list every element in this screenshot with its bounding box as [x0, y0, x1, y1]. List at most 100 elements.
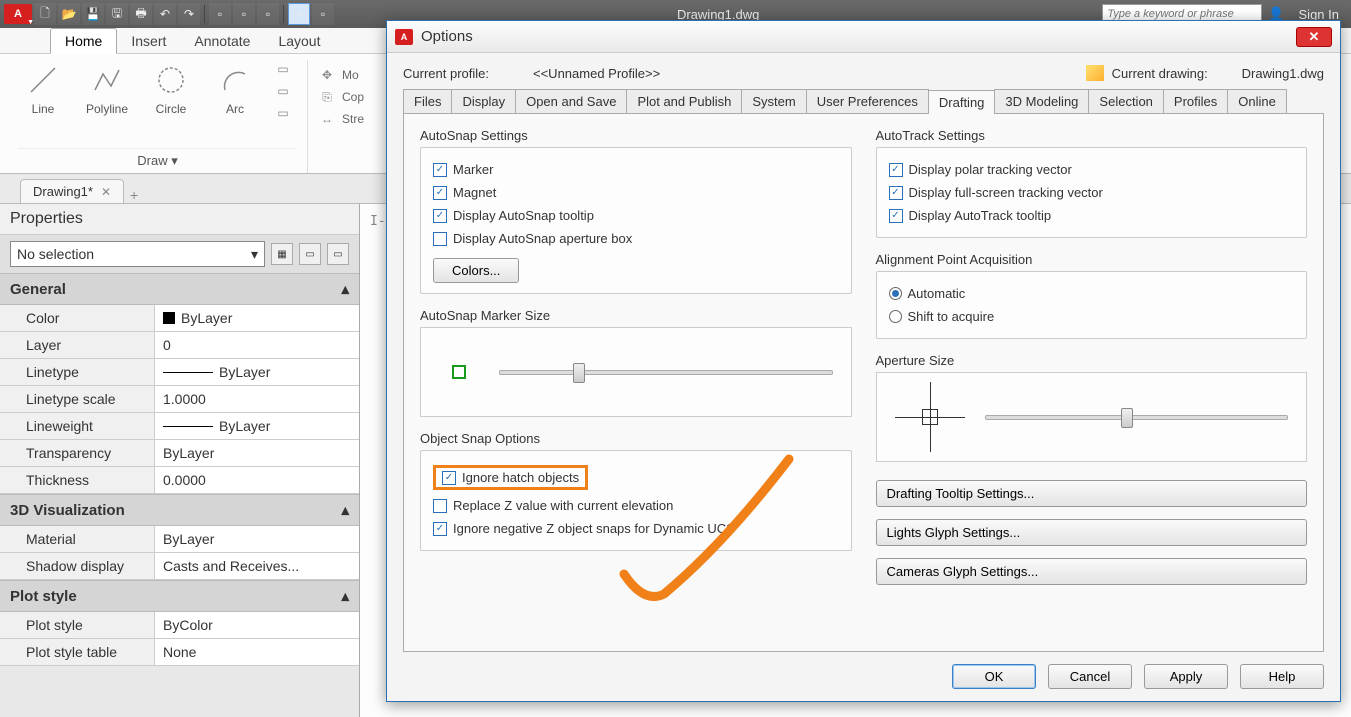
selection-combo[interactable]: No selection▾ [10, 241, 265, 267]
property-row[interactable]: Linetype scale1.0000 [0, 386, 359, 413]
help-button[interactable]: Help [1240, 664, 1324, 689]
tool-circle[interactable]: Circle [146, 60, 196, 116]
options-tab-open-and-save[interactable]: Open and Save [515, 89, 627, 113]
settings-button[interactable]: Lights Glyph Settings... [876, 519, 1308, 546]
qat-saveas-icon[interactable]: 🖫 [106, 3, 128, 25]
options-tab-drafting[interactable]: Drafting [928, 90, 996, 114]
settings-button[interactable]: Drafting Tooltip Settings... [876, 480, 1308, 507]
checkbox[interactable] [442, 471, 456, 485]
checkbox[interactable] [889, 163, 903, 177]
checkbox[interactable] [433, 232, 447, 246]
prop-section-3d[interactable]: 3D Visualization▴ [0, 494, 359, 526]
property-value[interactable]: ByLayer [155, 440, 359, 466]
checkbox[interactable] [433, 163, 447, 177]
prop-section-general[interactable]: General▴ [0, 273, 359, 305]
options-tab-selection[interactable]: Selection [1088, 89, 1163, 113]
qat-new-icon[interactable]: 🗋 [34, 3, 56, 25]
prop-toolbar-btn[interactable]: ▦ [271, 243, 293, 265]
checkbox[interactable] [433, 209, 447, 223]
ok-button[interactable]: OK [952, 664, 1036, 689]
options-tab-3d-modeling[interactable]: 3D Modeling [994, 89, 1089, 113]
checkbox-row[interactable]: Display AutoSnap aperture box [433, 227, 839, 250]
ribbon-panel-title[interactable]: Draw ▾ [18, 148, 297, 173]
property-value[interactable]: ByLayer [155, 526, 359, 552]
radio-button[interactable] [889, 310, 902, 323]
prop-section-plot[interactable]: Plot style▴ [0, 580, 359, 612]
close-button[interactable]: ✕ [1296, 27, 1332, 47]
qat-save-icon[interactable]: 💾 [82, 3, 104, 25]
apply-button[interactable]: Apply [1144, 664, 1228, 689]
qat-icon[interactable]: ▫ [257, 3, 279, 25]
marker-size-slider[interactable] [499, 370, 833, 375]
checkbox-row[interactable]: Display polar tracking vector [889, 158, 1295, 181]
property-value[interactable]: 1.0000 [155, 386, 359, 412]
property-row[interactable]: ColorByLayer [0, 305, 359, 332]
tool-copy[interactable]: ⎘Cop [318, 88, 387, 106]
property-row[interactable]: Shadow displayCasts and Receives... [0, 553, 359, 580]
property-row[interactable]: TransparencyByLayer [0, 440, 359, 467]
tool-move[interactable]: ✥Mo [318, 66, 387, 84]
qat-icon-active[interactable]: ▫ [288, 3, 310, 25]
property-row[interactable]: Thickness0.0000 [0, 467, 359, 494]
checkbox-row[interactable]: Magnet [433, 181, 839, 204]
checkbox[interactable] [889, 209, 903, 223]
tool-arc[interactable]: Arc [210, 60, 260, 116]
property-value[interactable]: 0.0000 [155, 467, 359, 493]
checkbox-row[interactable]: Ignore negative Z object snaps for Dynam… [433, 517, 839, 540]
qat-plot-icon[interactable]: 🖶 [130, 3, 152, 25]
radio-button[interactable] [889, 287, 902, 300]
ribbon-tab-insert[interactable]: Insert [117, 29, 180, 53]
new-tab-button[interactable]: + [130, 187, 138, 203]
tool-small[interactable]: ▭ [274, 60, 292, 78]
options-tab-plot-and-publish[interactable]: Plot and Publish [626, 89, 742, 113]
checkbox[interactable] [433, 186, 447, 200]
property-value[interactable]: None [155, 639, 359, 665]
checkbox-row[interactable]: Display AutoSnap tooltip [433, 204, 839, 227]
options-tab-profiles[interactable]: Profiles [1163, 89, 1228, 113]
tool-small[interactable]: ▭ [274, 82, 292, 100]
checkbox-row[interactable]: Display full-screen tracking vector [889, 181, 1295, 204]
checkbox-row[interactable]: Display AutoTrack tooltip [889, 204, 1295, 227]
qat-icon[interactable]: ▫ [233, 3, 255, 25]
radio-row[interactable]: Shift to acquire [889, 305, 1295, 328]
options-tab-online[interactable]: Online [1227, 89, 1287, 113]
radio-row[interactable]: Automatic [889, 282, 1295, 305]
checkbox[interactable] [889, 186, 903, 200]
options-tab-system[interactable]: System [741, 89, 806, 113]
options-tab-files[interactable]: Files [403, 89, 452, 113]
settings-button[interactable]: Cameras Glyph Settings... [876, 558, 1308, 585]
property-row[interactable]: Plot styleByColor [0, 612, 359, 639]
tool-small[interactable]: ▭ [274, 104, 292, 122]
property-row[interactable]: Layer0 [0, 332, 359, 359]
ribbon-tab-annotate[interactable]: Annotate [180, 29, 264, 53]
tool-polyline[interactable]: Polyline [82, 60, 132, 116]
tool-line[interactable]: Line [18, 60, 68, 116]
options-tab-user-preferences[interactable]: User Preferences [806, 89, 929, 113]
property-row[interactable]: LineweightByLayer [0, 413, 359, 440]
qat-icon[interactable]: ▫ [312, 3, 334, 25]
property-value[interactable]: ByLayer [155, 305, 359, 331]
file-tab[interactable]: Drawing1* ✕ [20, 179, 124, 203]
property-value[interactable]: ByLayer [155, 413, 359, 439]
dialog-titlebar[interactable]: A Options ✕ [387, 21, 1340, 53]
checkbox-row[interactable]: Replace Z value with current elevation [433, 494, 839, 517]
property-value[interactable]: 0 [155, 332, 359, 358]
qat-redo-icon[interactable]: ↷ [178, 3, 200, 25]
prop-toolbar-btn[interactable]: ▭ [327, 243, 349, 265]
ribbon-tab-layout[interactable]: Layout [264, 29, 334, 53]
tool-stretch[interactable]: ↔Stre [318, 110, 387, 128]
qat-icon[interactable]: ▫ [209, 3, 231, 25]
aperture-size-slider[interactable] [985, 415, 1289, 420]
qat-undo-icon[interactable]: ↶ [154, 3, 176, 25]
prop-toolbar-btn[interactable]: ▭ [299, 243, 321, 265]
app-menu-button[interactable]: A [4, 4, 32, 24]
qat-open-icon[interactable]: 📂 [58, 3, 80, 25]
colors-button[interactable]: Colors... [433, 258, 519, 283]
checkbox[interactable] [433, 522, 447, 536]
checkbox-row[interactable]: Ignore hatch objects [433, 461, 839, 494]
checkbox[interactable] [433, 499, 447, 513]
ribbon-tab-home[interactable]: Home [50, 28, 117, 54]
property-value[interactable]: ByLayer [155, 359, 359, 385]
property-row[interactable]: Plot style tableNone [0, 639, 359, 666]
close-icon[interactable]: ✕ [101, 185, 111, 199]
